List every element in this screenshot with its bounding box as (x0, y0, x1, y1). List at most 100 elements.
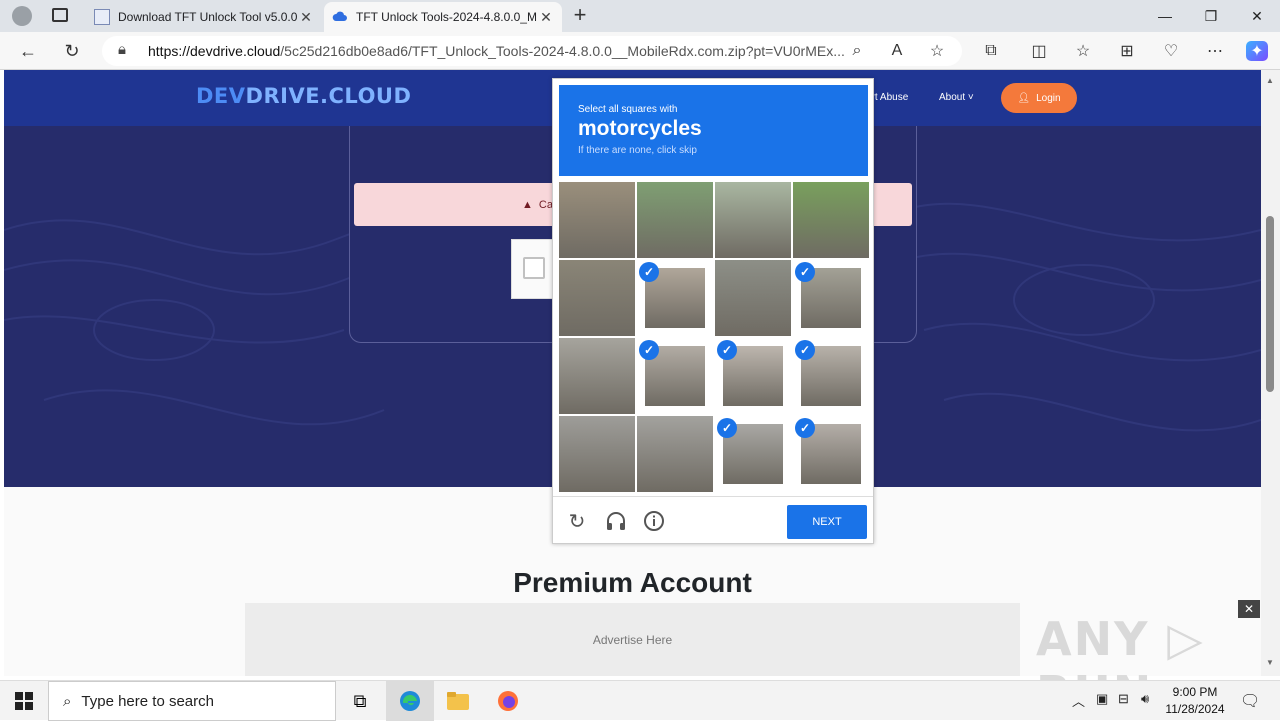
favorites-icon[interactable]: ☆ (1072, 41, 1094, 61)
captcha-target: motorcycles (578, 117, 702, 140)
collections-icon[interactable]: ⊞ (1116, 41, 1138, 61)
warning-icon: ▲ (522, 198, 533, 211)
captcha-tile[interactable] (715, 260, 791, 336)
login-label: Login (1036, 92, 1061, 104)
captcha-instruction: Select all squares with (578, 104, 678, 115)
captcha-tile[interactable] (637, 182, 713, 258)
street-photo (637, 416, 713, 492)
more-menu-icon[interactable]: ⋯ (1204, 41, 1226, 61)
checkmark-icon: ✓ (795, 418, 815, 438)
favorite-star-icon[interactable]: ☆ (926, 41, 948, 61)
captcha-tile[interactable] (559, 338, 635, 414)
reload-icon[interactable]: ↻ (60, 40, 84, 62)
page-scrollbar[interactable]: ▲ ▼ (1261, 70, 1280, 676)
street-photo (559, 338, 635, 414)
volume-icon[interactable]: 🔊︎ (1141, 691, 1149, 707)
captcha-header: Select all squares with motorcycles If t… (559, 85, 868, 176)
watermark-close-button[interactable]: ✕ (1238, 600, 1260, 618)
captcha-tile[interactable]: ✓ (793, 260, 869, 336)
refresh-icon[interactable]: ↻ (565, 509, 589, 533)
address-bar-row: ← ↻ 🔒︎ https://devdrive.cloud/5c25d216db… (0, 32, 1280, 70)
network-icon[interactable]: ⊟ (1118, 691, 1129, 707)
close-window-button[interactable]: ✕ (1234, 4, 1280, 28)
street-photo (559, 416, 635, 492)
scroll-thumb[interactable] (1266, 216, 1274, 392)
street-photo (793, 182, 869, 258)
user-icon: 👤︎ (1017, 92, 1031, 104)
captcha-tile[interactable] (715, 182, 791, 258)
tab-download-tft[interactable]: Download TFT Unlock Tool v5.0.0 ✕ (86, 2, 322, 32)
captcha-tile[interactable]: ✓ (715, 338, 791, 414)
checkmark-icon: ✓ (717, 418, 737, 438)
captcha-footer: ↻ NEXT (553, 496, 873, 544)
captcha-tile[interactable]: ✓ (637, 338, 713, 414)
headphones-icon[interactable] (604, 509, 628, 533)
back-icon[interactable]: ← (16, 40, 40, 62)
task-view-icon[interactable]: ⧉ (336, 681, 384, 721)
captcha-challenge: Select all squares with motorcycles If t… (552, 78, 874, 544)
street-photo (637, 182, 713, 258)
tray-chevron-icon[interactable]: ︿ (1072, 691, 1085, 710)
url-path: /5c25d216db0e8ad6/TFT_Unlock_Tools-2024-… (280, 43, 845, 59)
firefox-icon[interactable] (484, 681, 532, 721)
ad-banner[interactable]: Advertise Here (245, 603, 1020, 676)
notifications-icon[interactable]: 🗨︎ (1240, 691, 1260, 711)
url-field[interactable]: 🔒︎ https://devdrive.cloud/5c25d216db0e8a… (102, 36, 962, 66)
captcha-tile[interactable] (559, 260, 635, 336)
new-tab-button[interactable]: + (568, 4, 592, 28)
copilot-icon[interactable]: ✦ (1246, 41, 1268, 61)
clock-date: 11/28/2024 (1165, 702, 1225, 716)
captcha-tile[interactable] (637, 416, 713, 492)
lock-icon[interactable]: 🔒︎ (118, 41, 126, 58)
edge-taskbar-icon[interactable] (386, 681, 434, 721)
login-button[interactable]: 👤︎ Login (1001, 83, 1077, 113)
captcha-tile[interactable]: ✓ (715, 416, 791, 492)
premium-heading: Premium Account (513, 567, 752, 598)
street-photo (715, 182, 791, 258)
captcha-tile[interactable] (793, 182, 869, 258)
verify-checkbox[interactable] (523, 257, 545, 279)
tray-meet-icon[interactable]: ▣ (1096, 691, 1108, 707)
checkmark-icon: ✓ (639, 340, 659, 360)
checkmark-icon: ✓ (795, 340, 815, 360)
captcha-subtext: If there are none, click skip (578, 145, 697, 156)
checkmark-icon: ✓ (639, 262, 659, 282)
captcha-tile[interactable] (559, 182, 635, 258)
page-icon (94, 9, 110, 25)
taskbar-search[interactable]: ⌕ Type here to search (48, 681, 336, 721)
minimize-button[interactable]: — (1142, 4, 1188, 28)
street-photo (559, 260, 635, 336)
street-photo (559, 182, 635, 258)
captcha-tile[interactable] (559, 416, 635, 492)
start-button[interactable] (0, 681, 48, 721)
tab-actions-icon[interactable] (52, 8, 68, 22)
tab-tft-unlock-tools[interactable]: TFT Unlock Tools-2024-4.8.0.0_M ✕ (324, 2, 562, 32)
close-tab-icon[interactable]: ✕ (298, 9, 314, 26)
scroll-up-icon[interactable]: ▲ (1266, 76, 1274, 85)
street-photo (715, 260, 791, 336)
zoom-icon[interactable]: ⌕ (846, 41, 868, 61)
url-host: https://devdrive.cloud (148, 43, 281, 59)
close-tab-icon[interactable]: ✕ (538, 9, 554, 26)
profile-icon[interactable] (12, 6, 32, 26)
windows-taskbar: ⌕ Type here to search ⧉ ︿ ▣ ⊟ 🔊︎ 9:00 PM… (0, 680, 1280, 721)
read-aloud-icon[interactable]: A (886, 41, 908, 61)
captcha-grid: ✓ ✓ ✓ ✓ ✓ ✓ ✓ (559, 182, 869, 492)
next-button[interactable]: NEXT (787, 505, 867, 539)
split-screen-icon[interactable]: ◫ (1028, 41, 1050, 61)
site-logo[interactable]: DEVDRIVE.CLOUD (196, 84, 411, 108)
search-placeholder: Type here to search (81, 692, 214, 710)
extensions-icon[interactable]: ⧉ (980, 41, 1002, 61)
performance-icon[interactable]: ♡ (1160, 41, 1182, 61)
captcha-tile[interactable]: ✓ (793, 416, 869, 492)
captcha-tile[interactable]: ✓ (793, 338, 869, 414)
system-clock[interactable]: 9:00 PM 11/28/2024 (1160, 684, 1230, 718)
search-icon: ⌕ (63, 692, 72, 710)
info-icon[interactable] (642, 509, 666, 533)
checkmark-icon: ✓ (717, 340, 737, 360)
checkmark-icon: ✓ (795, 262, 815, 282)
nav-about[interactable]: About ˅ (939, 92, 974, 103)
maximize-button[interactable]: ❐ (1188, 4, 1234, 28)
captcha-tile[interactable]: ✓ (637, 260, 713, 336)
file-explorer-icon[interactable] (434, 681, 482, 721)
